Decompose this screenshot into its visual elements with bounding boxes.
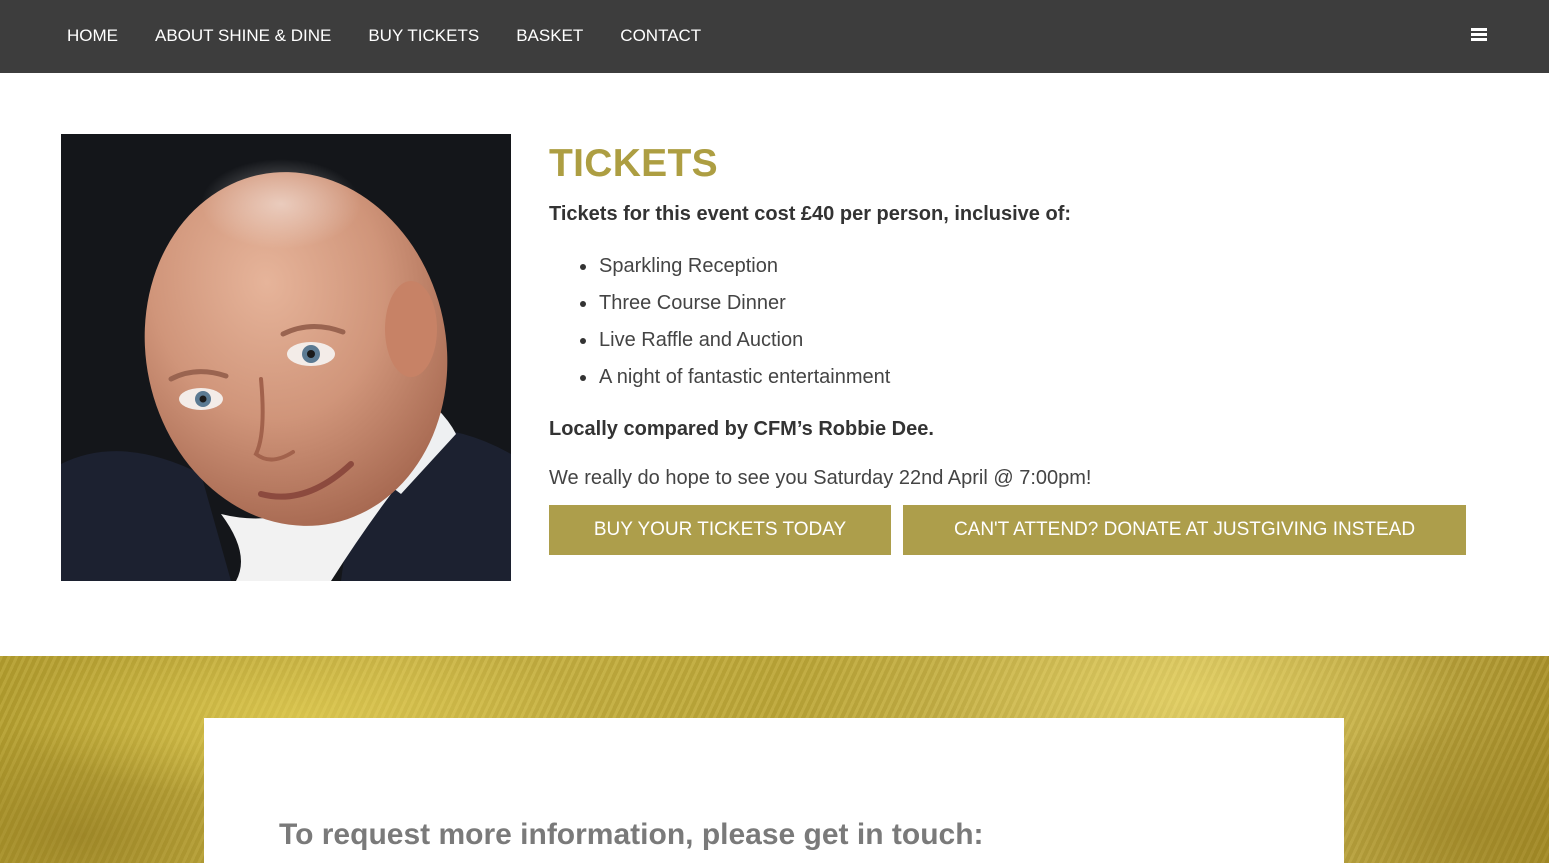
portrait-illustration [61, 134, 511, 581]
contact-info-card: To request more information, please get … [204, 718, 1344, 863]
main-nav: HOME ABOUT SHINE & DINE BUY TICKETS BASK… [67, 26, 738, 46]
event-date-text: We really do hope to see you Saturday 22… [549, 467, 1092, 489]
nav-about-link[interactable]: ABOUT SHINE & DINE [155, 26, 331, 46]
tickets-price-intro: Tickets for this event cost £40 per pers… [549, 203, 1072, 225]
ticket-inclusions-list: Sparkling Reception Three Course Dinner … [549, 248, 1469, 396]
top-navbar: HOME ABOUT SHINE & DINE BUY TICKETS BASK… [0, 0, 1549, 73]
hamburger-bar [1471, 38, 1487, 41]
buy-tickets-button[interactable]: BUY YOUR TICKETS TODAY [549, 505, 891, 555]
tickets-content: TICKETS Tickets for this event cost £40 … [549, 140, 1469, 490]
hamburger-menu-icon[interactable] [1471, 28, 1487, 42]
list-item: Three Course Dinner [580, 285, 1469, 322]
nav-home-link[interactable]: HOME [67, 26, 118, 46]
contact-request-heading: To request more information, please get … [279, 818, 984, 851]
nav-buy-tickets-link[interactable]: BUY TICKETS [368, 26, 479, 46]
list-item: Sparkling Reception [580, 248, 1469, 285]
hamburger-bar [1471, 28, 1487, 31]
tickets-title: TICKETS [549, 142, 718, 185]
nav-basket-link[interactable]: BASKET [516, 26, 583, 46]
hamburger-bar [1471, 33, 1487, 36]
list-item: Live Raffle and Auction [580, 322, 1469, 359]
nav-contact-link[interactable]: CONTACT [620, 26, 701, 46]
list-item: A night of fantastic entertainment [580, 359, 1469, 396]
compere-text: Locally compared by CFM’s Robbie Dee. [549, 418, 934, 440]
donate-justgiving-button[interactable]: CAN'T ATTEND? DONATE AT JUSTGIVING INSTE… [903, 505, 1466, 555]
host-portrait-image [61, 134, 511, 581]
